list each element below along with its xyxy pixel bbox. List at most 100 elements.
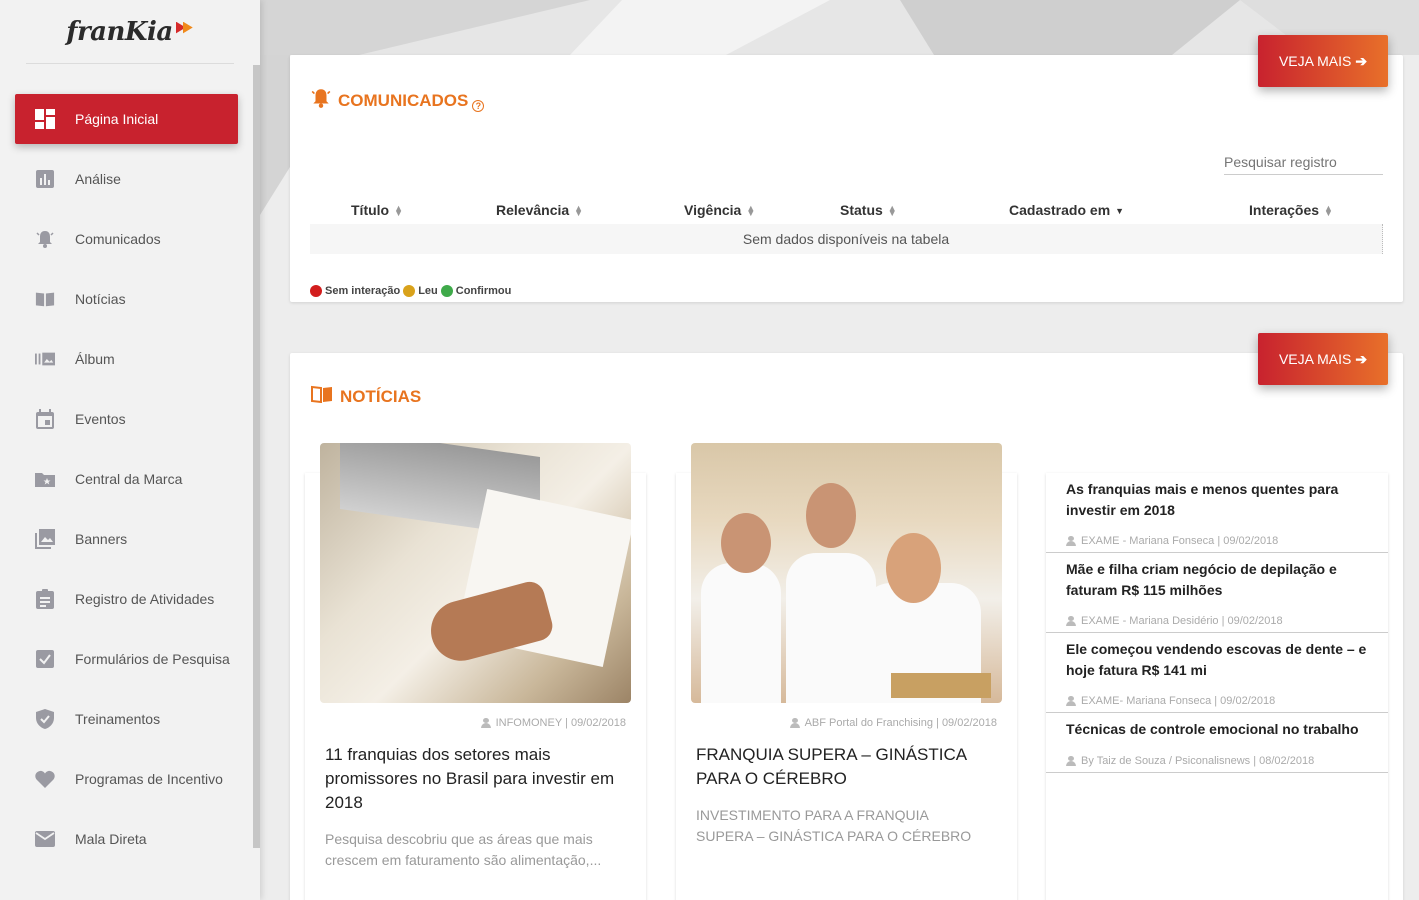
sidebar-scrollbar[interactable]: [253, 65, 260, 848]
comunicados-veja-mais-button[interactable]: VEJA MAIS ➔: [1258, 35, 1388, 87]
user-icon: [1066, 696, 1076, 706]
list-item-meta: EXAME- Mariana Fonseca | 09/02/2018: [1066, 695, 1275, 707]
list-item[interactable]: As franquias mais e menos quentes para i…: [1046, 473, 1388, 553]
header-background: [260, 0, 1419, 55]
table-empty-row: Sem dados disponíveis na tabela: [310, 224, 1383, 254]
list-item-title[interactable]: Ele começou vendendo escovas de dente – …: [1066, 639, 1378, 681]
book-icon: [310, 385, 334, 409]
noticias-veja-mais-button[interactable]: VEJA MAIS ➔: [1258, 333, 1388, 385]
list-item[interactable]: Mãe e filha criam negócio de depilação e…: [1046, 553, 1388, 633]
column-header-cadastrado-em[interactable]: Cadastrado em ▼: [1009, 202, 1124, 218]
list-item-title[interactable]: Mãe e filha criam negócio de depilação e…: [1066, 559, 1378, 601]
arrow-right-icon: ➔: [1355, 350, 1368, 367]
legend-item-leu: Leu: [403, 285, 438, 297]
sidebar-item-mala-direta[interactable]: Mala Direta: [0, 814, 260, 864]
news-description: INVESTIMENTO PARA A FRANQUIA SUPERA – GI…: [696, 807, 972, 844]
legend-item-confirmou: Confirmou: [440, 285, 511, 297]
list-item-meta: EXAME - Mariana Fonseca | 09/02/2018: [1066, 535, 1278, 547]
sidebar-item-label: Banners: [75, 531, 128, 547]
list-item-title[interactable]: As franquias mais e menos quentes para i…: [1066, 479, 1378, 521]
interaction-legend: Sem interação Leu Confirmou: [310, 285, 514, 297]
comunicados-title-text: COMUNICADOS: [338, 91, 469, 110]
legend-item-sem-interacao: Sem interação: [310, 285, 400, 297]
news-title[interactable]: 11 franquias dos setores mais promissore…: [325, 743, 625, 815]
clipboard-icon: [35, 589, 55, 609]
arrow-right-icon: ➔: [1355, 52, 1368, 69]
image-icon: [35, 529, 55, 549]
green-dot-icon: [440, 285, 453, 297]
column-header-titulo[interactable]: Título ▲ ▼: [351, 202, 403, 218]
sidebar-item-label: Registro de Atividades: [75, 591, 215, 607]
sidebar-item-analise[interactable]: Análise: [0, 154, 260, 204]
mail-icon: [35, 829, 55, 849]
calendar-icon: [35, 409, 55, 429]
noticias-card: NOTÍCIAS INFOMONEY | 09/02/2018 11 franq…: [290, 353, 1403, 900]
news-card[interactable]: INFOMONEY | 09/02/2018 11 franquias dos …: [305, 443, 646, 900]
bell-icon: [310, 87, 332, 115]
news-image[interactable]: [691, 443, 1002, 703]
folder-star-icon: [35, 469, 55, 489]
logo[interactable]: franKia: [26, 0, 234, 64]
news-meta: INFOMONEY | 09/02/2018: [480, 717, 626, 729]
bell-icon: [35, 229, 55, 249]
column-header-vigencia[interactable]: Vigência ▲ ▼: [684, 202, 755, 218]
list-item-meta: EXAME - Mariana Desidério | 09/02/2018: [1066, 615, 1283, 627]
sidebar-item-central-da-marca[interactable]: Central da Marca: [0, 454, 260, 504]
noticias-title: NOTÍCIAS: [310, 385, 421, 409]
news-side-list: As franquias mais e menos quentes para i…: [1046, 473, 1388, 900]
user-icon: [1066, 536, 1076, 546]
table-header: Título ▲ ▼ Relevância ▲ ▼ Vigência ▲ ▼ Status ▲…: [310, 198, 1383, 224]
sidebar-item-noticias[interactable]: Notícias: [0, 274, 260, 324]
background-shape: [260, 55, 290, 215]
sidebar-item-label: Eventos: [75, 411, 126, 427]
user-icon: [480, 718, 491, 728]
book-icon: [35, 289, 55, 309]
help-icon[interactable]: ?: [472, 100, 485, 112]
yellow-dot-icon: [403, 285, 416, 297]
news-description: Pesquisa descobriu que as áreas que mais…: [325, 831, 602, 868]
logo-text: franKia: [66, 16, 173, 47]
user-icon: [1066, 616, 1076, 626]
sort-icon: ▲ ▼: [1324, 203, 1333, 219]
heart-icon: [35, 769, 55, 789]
news-title[interactable]: FRANQUIA SUPERA – GINÁSTICA PARA O CÉREB…: [696, 743, 996, 791]
sidebar-item-label: Comunicados: [75, 231, 161, 247]
sidebar-item-label: Treinamentos: [75, 711, 161, 727]
comunicados-card: COMUNICADOS ? Título▲▼ Relevância▲▼ Vigê…: [290, 55, 1403, 302]
news-image[interactable]: [320, 443, 631, 703]
sidebar-item-comunicados[interactable]: Comunicados: [0, 214, 260, 264]
list-item[interactable]: Técnicas de controle emocional no trabal…: [1046, 713, 1388, 773]
sidebar-item-label: Álbum: [75, 351, 115, 367]
user-icon: [1066, 756, 1076, 766]
column-header-interacoes[interactable]: Interações ▲ ▼: [1249, 202, 1333, 218]
sidebar-item-album[interactable]: Álbum: [0, 334, 260, 384]
sort-desc-icon: ▼: [1115, 205, 1125, 216]
sidebar-item-formularios-de-pesquisa[interactable]: Formulários de Pesquisa: [0, 634, 260, 684]
sidebar-item-label: Formulários de Pesquisa: [75, 651, 230, 667]
sidebar-item-treinamentos[interactable]: Treinamentos: [0, 694, 260, 744]
sort-icon: ▲ ▼: [887, 203, 897, 219]
checkbox-icon: [35, 649, 55, 669]
list-item[interactable]: Ele começou vendendo escovas de dente – …: [1046, 633, 1388, 713]
bar-chart-icon: [35, 169, 55, 189]
sidebar-item-registro-de-atividades[interactable]: Registro de Atividades: [0, 574, 260, 624]
shield-check-icon: [35, 709, 55, 729]
sidebar-item-label: Central da Marca: [75, 471, 183, 487]
sort-icon: ▲ ▼: [746, 203, 756, 219]
column-header-status[interactable]: Status ▲ ▼: [840, 202, 897, 218]
list-item-meta: By Taiz de Souza / Psiconalisnews | 08/0…: [1066, 755, 1314, 767]
sidebar-nav: Página Inicial Análise Comunicados Notíc…: [0, 94, 260, 864]
news-card[interactable]: ABF Portal do Franchising | 09/02/2018 F…: [676, 443, 1017, 900]
sidebar-item-programas-de-incentivo[interactable]: Programas de Incentivo: [0, 754, 260, 804]
search-input[interactable]: [1224, 145, 1383, 175]
sidebar-item-label: Programas de Incentivo: [75, 771, 223, 787]
column-header-relevancia[interactable]: Relevância ▲ ▼: [496, 202, 583, 218]
noticias-title-text: NOTÍCIAS: [340, 387, 422, 406]
sidebar-item-banners[interactable]: Banners: [0, 514, 260, 564]
sidebar: franKia Página Inicial Análise Comunicad…: [0, 0, 260, 900]
list-item-title[interactable]: Técnicas de controle emocional no trabal…: [1066, 719, 1378, 740]
sidebar-item-pagina-inicial[interactable]: Página Inicial: [15, 94, 238, 144]
sidebar-item-label: Notícias: [75, 291, 126, 307]
sidebar-item-eventos[interactable]: Eventos: [0, 394, 260, 444]
user-icon: [789, 718, 800, 728]
